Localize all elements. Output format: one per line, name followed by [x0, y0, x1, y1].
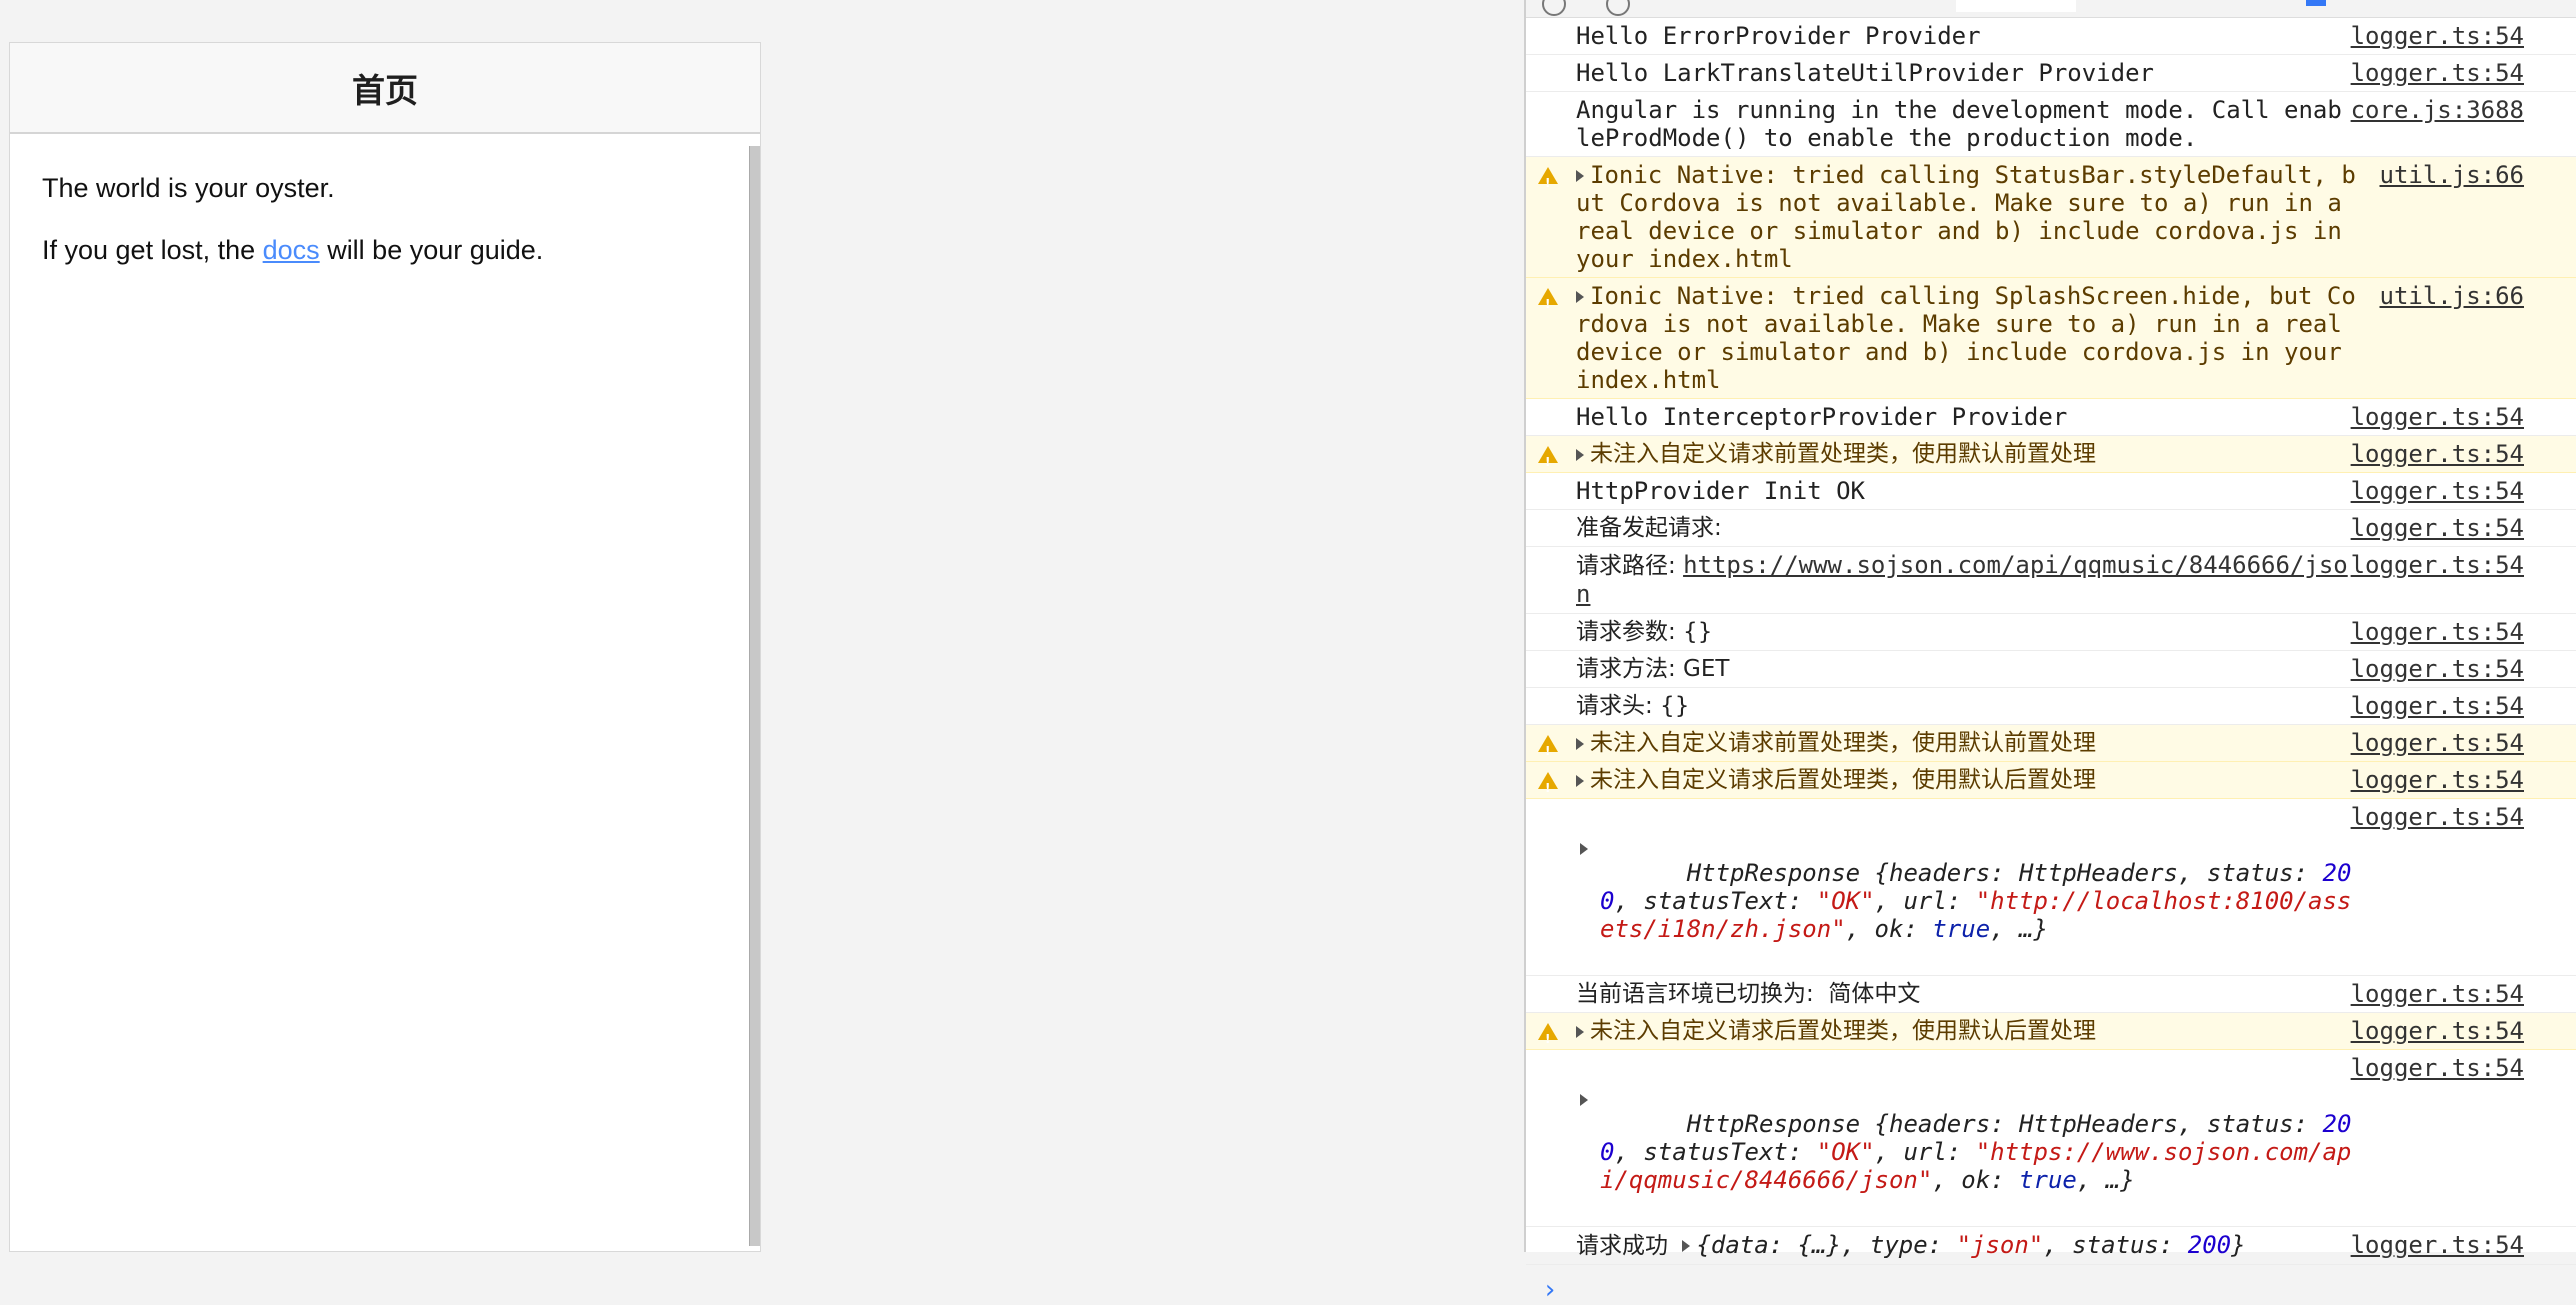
app-header: 首页	[10, 43, 760, 134]
source-link[interactable]: logger.ts:54	[2351, 403, 2524, 431]
console-row-log: 请求参数: {} logger.ts:54	[1526, 614, 2576, 651]
console-row-warning: 未注入自定义请求后置处理类，使用默认后置处理 logger.ts:54	[1526, 762, 2576, 802]
app-preview: 首页 The world is your oyster. If you get …	[9, 42, 761, 1252]
expand-triangle-icon[interactable]	[1580, 1094, 1588, 1106]
console-row-warning: 未注入自定义请求前置处理类，使用默认前置处理 logger.ts:54	[1526, 725, 2576, 765]
console-row-language: 当前语言环境已切换为: 简体中文 logger.ts:54	[1526, 976, 2576, 1013]
log-message: Angular is running in the development mo…	[1576, 96, 2342, 152]
block-icon[interactable]	[1606, 0, 1630, 16]
log-message: 未注入自定义请求后置处理类，使用默认后置处理	[1590, 767, 2096, 793]
console-row-warning: 未注入自定义请求前置处理类，使用默认前置处理 logger.ts:54	[1526, 436, 2576, 476]
source-link[interactable]: core.js:3688	[2351, 96, 2524, 124]
console-row-log: 准备发起请求: logger.ts:54	[1526, 510, 2576, 547]
console-row-response-2[interactable]: logger.ts:54 HttpResponse {headers: Http…	[1526, 1050, 2576, 1227]
filter-input[interactable]	[1956, 0, 2076, 12]
request-url-link[interactable]: https://www.sojson.com/api/qqmusic/84466…	[1576, 551, 2348, 608]
expand-triangle-icon[interactable]	[1576, 737, 1584, 750]
log-message: Hello InterceptorProvider Provider	[1576, 403, 2068, 431]
expand-triangle-icon[interactable]	[1576, 170, 1584, 182]
source-link[interactable]: logger.ts:54	[2351, 980, 2524, 1008]
log-message: 准备发起请求:	[1576, 515, 1722, 541]
console-row-log: Hello ErrorProvider Provider logger.ts:54	[1526, 18, 2576, 55]
console-row-log: HttpProvider Init OK logger.ts:54	[1526, 473, 2576, 510]
devtools-toolbar	[1526, 0, 2576, 18]
warning-icon	[1538, 735, 1558, 765]
warning-icon	[1538, 1023, 1558, 1053]
source-link[interactable]: util.js:66	[2380, 161, 2525, 189]
expand-triangle-icon[interactable]	[1682, 1240, 1691, 1252]
source-link[interactable]: logger.ts:54	[2351, 514, 2524, 542]
console-row-warning: Ionic Native: tried calling SplashScreen…	[1526, 278, 2576, 399]
console-row-response-1[interactable]: logger.ts:54 HttpResponse {headers: Http…	[1526, 799, 2576, 976]
log-message: Hello LarkTranslateUtilProvider Provider	[1576, 59, 2154, 87]
console-prompt[interactable]: ›	[1526, 1265, 2576, 1305]
source-link[interactable]: logger.ts:54	[2351, 692, 2524, 720]
log-message: HttpProvider Init OK	[1576, 477, 1865, 505]
app-content: The world is your oyster. If you get los…	[10, 134, 760, 1246]
warning-icon	[1538, 446, 1558, 476]
console-row-warning: 未注入自定义请求后置处理类，使用默认后置处理 logger.ts:54	[1526, 1013, 2576, 1053]
console-row-log: 请求方法: GET logger.ts:54	[1526, 651, 2576, 688]
log-message: Hello ErrorProvider Provider	[1576, 22, 1981, 50]
source-link[interactable]: util.js:66	[2380, 282, 2525, 310]
source-link[interactable]: logger.ts:54	[2351, 551, 2524, 579]
settings-icon[interactable]	[2306, 0, 2326, 6]
log-message: 请求路径:	[1576, 553, 1684, 579]
prompt-chevron-icon: ›	[1542, 1275, 1558, 1305]
app-scrollbar[interactable]	[749, 146, 760, 1246]
console-row-log: 请求头: {} logger.ts:54	[1526, 688, 2576, 725]
log-message: 未注入自定义请求前置处理类，使用默认前置处理	[1590, 730, 2096, 756]
clear-console-icon[interactable]	[1542, 0, 1566, 16]
console-row-success: 请求成功 {data: {…}, type: "json", status: 2…	[1526, 1227, 2576, 1265]
source-link[interactable]: logger.ts:54	[2351, 477, 2524, 505]
page-title: 首页	[352, 70, 418, 110]
log-message: 请求方法: GET	[1576, 656, 1730, 682]
intro-text: The world is your oyster.	[42, 173, 335, 203]
log-message: Ionic Native: tried calling SplashScreen…	[1576, 282, 2357, 394]
warning-icon	[1538, 772, 1558, 802]
source-link[interactable]: logger.ts:54	[2351, 766, 2524, 794]
console-row-log: Hello InterceptorProvider Provider logger…	[1526, 399, 2576, 436]
expand-triangle-icon[interactable]	[1576, 291, 1584, 303]
warning-icon	[1538, 167, 1558, 197]
source-link[interactable]: logger.ts:54	[2351, 1231, 2524, 1259]
log-message: 未注入自定义请求前置处理类，使用默认前置处理	[1590, 441, 2096, 467]
console-log-list: Hello ErrorProvider Provider logger.ts:54…	[1526, 18, 2576, 802]
expand-triangle-icon[interactable]	[1576, 774, 1584, 787]
warning-icon	[1538, 288, 1558, 318]
expand-triangle-icon[interactable]	[1580, 843, 1588, 855]
source-link[interactable]: logger.ts:54	[2351, 440, 2524, 468]
devtools-console: Hello ErrorProvider Provider logger.ts:54…	[1524, 0, 2576, 1305]
source-link[interactable]: logger.ts:54	[2351, 1017, 2524, 1045]
source-link[interactable]: logger.ts:54	[2351, 59, 2524, 87]
source-link[interactable]: logger.ts:54	[2351, 655, 2524, 683]
source-link[interactable]: logger.ts:54	[2351, 618, 2524, 646]
expand-triangle-icon[interactable]	[1576, 1025, 1584, 1038]
source-link[interactable]: logger.ts:54	[2351, 22, 2524, 50]
console-row-log: Hello LarkTranslateUtilProvider Provider…	[1526, 55, 2576, 92]
console-row-warning: Ionic Native: tried calling StatusBar.st…	[1526, 157, 2576, 278]
source-link[interactable]: logger.ts:54	[2351, 729, 2524, 757]
expand-triangle-icon[interactable]	[1576, 448, 1584, 461]
log-message: Ionic Native: tried calling StatusBar.st…	[1576, 161, 2357, 273]
docs-link[interactable]: docs	[263, 235, 320, 265]
console-row-log: 请求路径: https://www.sojson.com/api/qqmusic…	[1526, 547, 2576, 614]
console-row-log: Angular is running in the development mo…	[1526, 92, 2576, 157]
log-message: 请求参数: {}	[1576, 619, 1713, 645]
log-message: 请求头: {}	[1576, 693, 1690, 719]
guide-text: If you get lost, the docs will be your g…	[42, 235, 544, 266]
